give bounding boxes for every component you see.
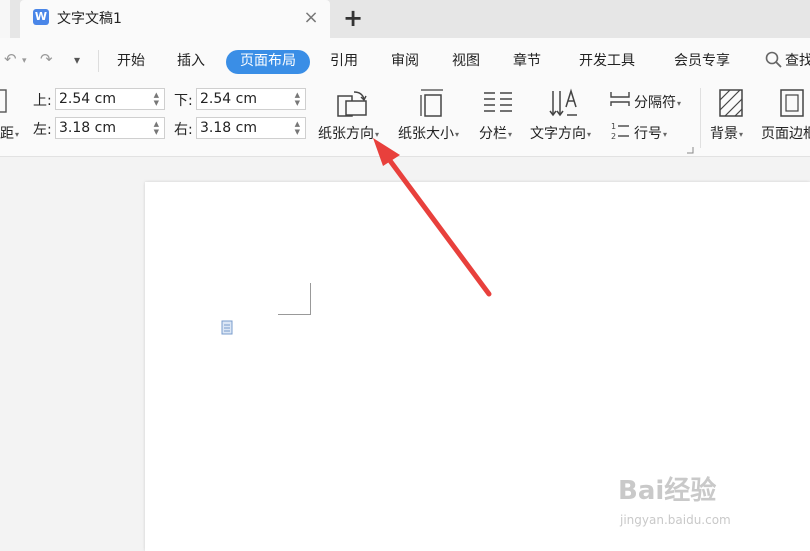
- columns-button[interactable]: 分栏▾: [479, 123, 512, 143]
- margins-label: 距: [0, 126, 14, 142]
- paper-orientation-icon[interactable]: [336, 87, 370, 119]
- background-button[interactable]: 背景▾: [710, 123, 743, 143]
- close-tab-icon[interactable]: ×: [302, 9, 320, 27]
- columns-label: 分栏: [479, 126, 507, 142]
- dialog-launcher-icon[interactable]: [686, 146, 694, 154]
- page-border-label: 页面边框: [761, 126, 810, 142]
- margin-left-input[interactable]: 3.18 cm ▲ ▼: [55, 117, 165, 139]
- undo-icon[interactable]: ↶: [4, 50, 17, 68]
- spin-up-icon[interactable]: ▲: [295, 121, 300, 128]
- menu-page-layout[interactable]: 页面布局: [226, 50, 310, 74]
- line-number-label: 行号: [634, 126, 662, 142]
- new-tab-button[interactable]: +: [342, 6, 364, 30]
- watermark-logo: Bai经验: [618, 476, 717, 506]
- margin-right-input[interactable]: 3.18 cm ▲ ▼: [196, 117, 306, 139]
- search-icon[interactable]: [765, 51, 783, 69]
- margin-corner-mark: [310, 283, 311, 315]
- margin-left-label: 左:: [33, 122, 52, 138]
- menu-review[interactable]: 审阅: [383, 50, 427, 74]
- paper-orientation-label: 纸张方向: [318, 126, 374, 142]
- spin-down-icon[interactable]: ▼: [295, 100, 300, 107]
- menu-home[interactable]: 开始: [109, 50, 153, 74]
- menu-developer[interactable]: 开发工具: [570, 50, 644, 74]
- paper-orientation-button[interactable]: 纸张方向▾: [318, 123, 379, 143]
- watermark-url: jingyan.baidu.com: [620, 513, 731, 527]
- menu-view[interactable]: 视图: [444, 50, 488, 74]
- margin-bottom-value: 2.54 cm: [200, 91, 257, 107]
- menu-chapter[interactable]: 章节: [505, 50, 549, 74]
- menu-member[interactable]: 会员专享: [665, 50, 739, 74]
- margin-corner-mark: [278, 314, 311, 315]
- margin-top-value: 2.54 cm: [59, 91, 116, 107]
- redo-icon[interactable]: ↷: [40, 50, 53, 68]
- text-direction-label: 文字方向: [530, 126, 586, 142]
- menu-separator: [98, 50, 99, 72]
- margin-bottom-input[interactable]: 2.54 cm ▲ ▼: [196, 88, 306, 110]
- margin-top-input[interactable]: 2.54 cm ▲ ▼: [55, 88, 165, 110]
- columns-icon[interactable]: [483, 89, 513, 117]
- menu-references[interactable]: 引用: [322, 50, 366, 74]
- page-border-icon[interactable]: [778, 87, 806, 119]
- margins-button[interactable]: 距▾: [0, 123, 19, 143]
- margin-right-value: 3.18 cm: [200, 120, 257, 136]
- margin-left-value: 3.18 cm: [59, 120, 116, 136]
- spin-up-icon[interactable]: ▲: [295, 92, 300, 99]
- line-number-button[interactable]: 行号▾: [634, 123, 667, 143]
- search-label[interactable]: 查找: [785, 50, 810, 74]
- background-icon[interactable]: [717, 87, 745, 119]
- text-direction-button[interactable]: 文字方向▾: [530, 123, 591, 143]
- page-border-button[interactable]: 页面边框: [761, 123, 810, 143]
- background-label: 背景: [710, 126, 738, 142]
- document-title: 文字文稿1: [57, 11, 122, 27]
- break-button[interactable]: 分隔符▾: [634, 92, 681, 112]
- spin-down-icon[interactable]: ▼: [154, 100, 159, 107]
- margin-right-label: 右:: [174, 122, 193, 138]
- break-icon[interactable]: [609, 90, 631, 108]
- spin-up-icon[interactable]: ▲: [154, 121, 159, 128]
- paper-size-button[interactable]: 纸张大小▾: [398, 123, 459, 143]
- previous-tab-edge[interactable]: [0, 0, 10, 38]
- wps-writer-logo-icon: W: [33, 9, 49, 25]
- svg-text:2: 2: [611, 132, 616, 141]
- spin-up-icon[interactable]: ▲: [154, 92, 159, 99]
- customize-toolbar-icon[interactable]: ▾: [74, 53, 80, 67]
- margin-top-label: 上:: [33, 93, 52, 109]
- document-tab[interactable]: W 文字文稿1 ×: [20, 0, 330, 38]
- spin-down-icon[interactable]: ▼: [295, 129, 300, 136]
- paper-size-icon[interactable]: [418, 87, 446, 119]
- break-label: 分隔符: [634, 95, 676, 111]
- text-direction-icon[interactable]: [549, 87, 579, 119]
- ribbon-separator: [700, 88, 701, 148]
- paragraph-layout-icon[interactable]: [221, 320, 237, 336]
- margin-bottom-label: 下:: [174, 93, 193, 109]
- margins-icon[interactable]: [0, 89, 8, 113]
- spin-down-icon[interactable]: ▼: [154, 129, 159, 136]
- undo-dropdown-icon[interactable]: ▾: [22, 56, 27, 66]
- menu-insert[interactable]: 插入: [169, 50, 213, 74]
- line-number-icon[interactable]: 12: [610, 121, 630, 141]
- svg-text:1: 1: [611, 122, 616, 131]
- paper-size-label: 纸张大小: [398, 126, 454, 142]
